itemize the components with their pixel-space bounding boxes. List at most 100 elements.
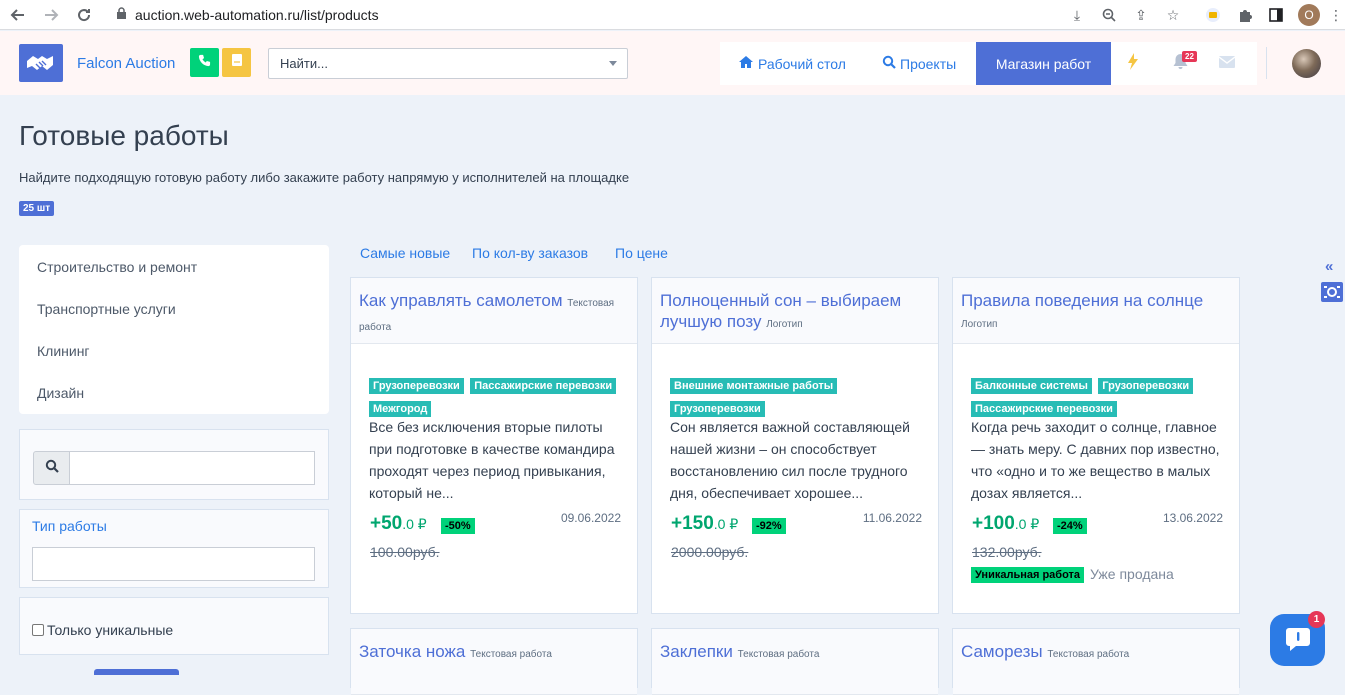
product-tag[interactable]: Внешние монтажные работы — [670, 378, 838, 394]
category-item[interactable]: Клининг — [37, 343, 90, 359]
back-icon[interactable] — [7, 4, 29, 26]
category-item[interactable]: Строительство и ремонт — [37, 259, 197, 275]
page-lead-text: Найдите подходящую готовую работу либо з… — [19, 170, 630, 185]
unique-only-checkbox[interactable]: Только уникальные — [32, 622, 173, 638]
category-item[interactable]: Транспортные услуги — [37, 301, 176, 317]
profile-avatar[interactable]: O — [1298, 4, 1320, 26]
product-card-header: Заточка ножа Текстовая работа — [351, 629, 637, 695]
top-navbar: Falcon Auction Найти... Рабочий стол Про… — [0, 31, 1345, 95]
discount-badge: -50% — [441, 518, 475, 534]
sort-price-link[interactable]: По цене — [615, 245, 668, 261]
browser-toolbar: auction.web-automation.ru/list/products … — [0, 0, 1345, 30]
apply-filter-button[interactable] — [94, 669, 179, 675]
product-tag[interactable]: Межгород — [369, 401, 432, 417]
product-title-link[interactable]: Заточка ножа — [359, 642, 465, 661]
forward-icon[interactable] — [40, 4, 62, 26]
product-price: +100.0 ₽ — [972, 513, 1039, 535]
checkbox-box[interactable] — [32, 624, 44, 636]
product-tags: Грузоперевозки Пассажирские перевозки Ме… — [369, 373, 629, 419]
share-icon[interactable]: ⇪ — [1131, 5, 1151, 25]
navbar-divider — [1266, 47, 1267, 79]
product-type: Текстовая работа — [470, 649, 552, 660]
chat-unread-badge: 1 — [1308, 611, 1325, 628]
product-card-header: Как управлять самолетом Текстовая работа — [351, 278, 637, 344]
search-icon — [882, 55, 896, 72]
product-tag[interactable]: Грузоперевозки — [1098, 378, 1194, 394]
product-type: Логотип — [961, 319, 998, 330]
product-title-block: Как управлять самолетом Текстовая работа — [359, 290, 631, 338]
product-card: Как управлять самолетом Текстовая работа… — [350, 277, 638, 614]
filter-search-button[interactable] — [33, 451, 70, 485]
search-placeholder: Найти... — [280, 56, 328, 71]
user-avatar[interactable] — [1292, 49, 1321, 78]
product-tag[interactable]: Пассажирские перевозки — [470, 378, 617, 394]
product-date: 13.06.2022 — [1162, 511, 1223, 525]
product-title-block: Заточка ножа Текстовая работа — [359, 641, 631, 665]
category-list: Строительство и ремонт Транспортные услу… — [19, 245, 329, 414]
mail-icon[interactable] — [1218, 55, 1236, 73]
reload-icon[interactable] — [73, 4, 95, 26]
bookmark-star-icon[interactable]: ☆ — [1163, 5, 1183, 25]
double-chevron-left-icon[interactable]: « — [1325, 258, 1333, 275]
sticky-note-icon — [231, 53, 243, 72]
nav-link-projects[interactable]: Проекты — [882, 55, 956, 72]
product-tags: Балконные системы Грузоперевозки Пассажи… — [971, 373, 1231, 419]
sort-newest-link[interactable]: Самые новые — [360, 245, 450, 261]
sidepanel-icon[interactable] — [1266, 5, 1286, 25]
search-icon — [45, 459, 59, 478]
unique-only-label: Только уникальные — [47, 622, 174, 638]
old-price: 100.00руб. — [370, 544, 440, 560]
products-count-badge: 25 шт — [19, 201, 55, 216]
product-title-link[interactable]: Саморезы — [961, 642, 1043, 661]
shop-button[interactable]: Магазин работ — [976, 42, 1111, 85]
filter-search-input[interactable] — [69, 451, 315, 485]
product-title-block: Заклепки Текстовая работа — [660, 641, 932, 665]
category-item[interactable]: Дизайн — [37, 385, 84, 401]
product-card: Саморезы Текстовая работа — [952, 628, 1240, 695]
bolt-icon[interactable] — [1127, 53, 1139, 75]
product-card: Заточка ножа Текстовая работа — [350, 628, 638, 695]
product-price: +50.0 ₽ — [370, 513, 427, 535]
price-main: +150 — [671, 513, 714, 534]
old-price: 132.00руб. — [972, 544, 1042, 560]
product-tag[interactable]: Грузоперевозки — [369, 378, 464, 394]
menu-kebab-icon[interactable]: ⋮ — [1326, 5, 1345, 25]
price-fraction: .0 ₽ — [713, 516, 739, 532]
product-title-link[interactable]: Заклепки — [660, 642, 733, 661]
product-tag[interactable]: Грузоперевозки — [670, 401, 765, 417]
sort-orders-link[interactable]: По кол-ву заказов — [472, 245, 588, 261]
settings-panel-icon[interactable] — [1321, 282, 1343, 302]
product-tags: Внешние монтажные работы Грузоперевозки — [670, 373, 930, 419]
discount-badge: -92% — [752, 518, 786, 534]
nav-link-dashboard[interactable]: Рабочий стол — [738, 55, 846, 72]
product-title-link[interactable]: Как управлять самолетом — [359, 291, 563, 310]
global-search-select[interactable]: Найти... — [268, 48, 628, 79]
product-title-block: Правила поведения на солнце Логотип — [961, 290, 1233, 335]
product-type: Текстовая работа — [737, 649, 820, 660]
notes-button[interactable] — [222, 48, 251, 77]
nav-link-label: Проекты — [900, 55, 957, 72]
extension-translate-icon[interactable] — [1203, 5, 1223, 25]
zoom-icon[interactable] — [1099, 5, 1119, 25]
product-title-link[interactable]: Правила поведения на солнце — [961, 291, 1203, 310]
product-card-header: Полноценный сон – выбираем лучшую позу Л… — [652, 278, 938, 344]
extensions-puzzle-icon[interactable] — [1235, 5, 1255, 25]
download-icon[interactable]: ⤓ — [1067, 5, 1087, 25]
product-card: Правила поведения на солнце Логотип Балк… — [952, 277, 1240, 614]
brand-name[interactable]: Falcon Auction — [77, 55, 175, 72]
work-type-panel: Тип работы — [19, 509, 329, 588]
filter-search-panel — [19, 429, 329, 500]
phone-button[interactable] — [190, 48, 219, 77]
unique-work-badge: Уникальная работа — [971, 567, 1085, 583]
address-bar[interactable]: auction.web-automation.ru/list/products — [108, 3, 1193, 27]
product-tag[interactable]: Балконные системы — [971, 378, 1092, 394]
product-description: Все без исключения вторые пилоты при под… — [369, 419, 615, 501]
work-type-input[interactable] — [32, 547, 315, 581]
product-tag[interactable]: Пассажирские перевозки — [971, 401, 1117, 417]
price-fraction: .0 ₽ — [1014, 516, 1040, 532]
work-type-label: Тип работы — [32, 518, 107, 534]
chat-bubble-icon — [1284, 624, 1312, 657]
url-text: auction.web-automation.ru/list/products — [135, 7, 379, 23]
old-price: 2000.00руб. — [671, 544, 749, 560]
handshake-logo-icon[interactable] — [19, 44, 63, 82]
